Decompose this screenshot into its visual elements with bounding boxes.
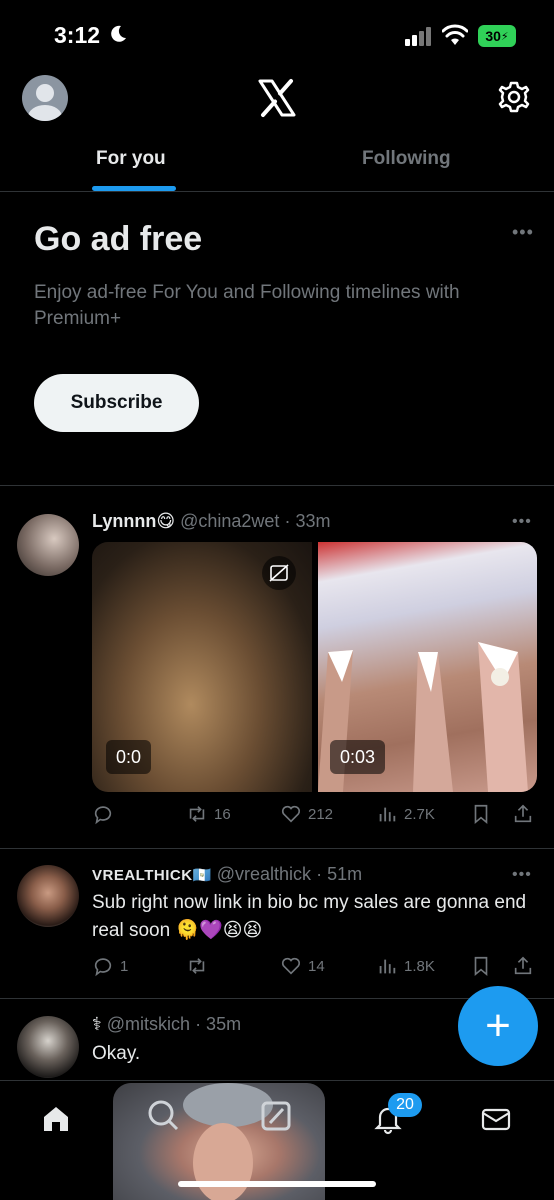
share-button[interactable] — [512, 803, 534, 825]
premium-promo-card: Go ad free ••• Enjoy ad-free For You and… — [0, 192, 554, 486]
repost-count: 16 — [214, 805, 231, 823]
tweet-header: VREALTHICK🇬🇹 @vrealthick · 51m — [92, 864, 362, 885]
heart-icon — [281, 957, 301, 975]
display-name[interactable]: ⚕ — [92, 1014, 102, 1034]
repost-icon — [189, 958, 205, 974]
bookmark-button[interactable] — [470, 955, 492, 977]
subscribe-button[interactable]: Subscribe — [34, 374, 199, 432]
view-count: 2.7K — [404, 805, 435, 823]
tweet-header: Lynnnn😋 @china2wet · 33m — [92, 511, 330, 532]
video-duration: 0:03 — [330, 740, 386, 774]
cellular-signal-icon — [405, 27, 431, 46]
timestamp: · 33m — [284, 511, 331, 531]
display-name[interactable]: Lynnnn😋 — [92, 511, 175, 531]
repost-button[interactable] — [186, 955, 214, 977]
views-button[interactable]: 2.7K — [376, 803, 435, 825]
avatar[interactable] — [22, 75, 68, 121]
share-icon — [514, 956, 532, 975]
notifications-badge: 20 — [388, 1093, 422, 1117]
x-logo-icon[interactable] — [257, 78, 297, 118]
tweet-text: Sub right now link in bio bc my sales ar… — [92, 892, 527, 941]
avatar[interactable] — [17, 514, 79, 576]
reply-button[interactable]: 1 — [92, 955, 128, 977]
timestamp: · 51m — [316, 864, 363, 884]
handle[interactable]: @mitskich — [107, 1014, 190, 1034]
gear-icon[interactable] — [497, 80, 531, 114]
tab-for-you[interactable]: For you — [96, 148, 166, 170]
promo-title: Go ad free — [34, 220, 203, 258]
like-count: 212 — [308, 805, 334, 823]
status-bar: 3:12 30 ⚡ — [0, 0, 554, 70]
video-duration: 0:0 — [106, 740, 152, 774]
avatar[interactable] — [17, 865, 79, 927]
moon-icon — [111, 25, 126, 42]
view-count: 1.8K — [404, 957, 435, 975]
reply-button[interactable] — [92, 803, 120, 825]
more-options-icon[interactable]: ••• — [512, 866, 532, 884]
avatar[interactable] — [17, 1016, 79, 1078]
reply-count: 1 — [120, 957, 129, 975]
tweet-actions: 16 212 2.7K — [92, 803, 537, 831]
status-time: 3:12 — [54, 22, 101, 48]
timestamp: · 35m — [195, 1014, 242, 1034]
divider — [0, 848, 554, 849]
share-icon — [514, 804, 532, 823]
sensitive-media-icon[interactable] — [262, 556, 296, 590]
like-button[interactable]: 14 — [280, 955, 325, 977]
battery-icon: 30 ⚡ — [478, 25, 516, 47]
tab-following[interactable]: Following — [362, 148, 451, 170]
analytics-icon — [379, 959, 396, 974]
more-options-icon[interactable]: ••• — [512, 222, 534, 243]
wifi-icon — [442, 24, 468, 45]
like-count: 14 — [308, 957, 325, 975]
reply-icon — [94, 958, 112, 977]
video-thumbnail[interactable]: 0:03 — [318, 542, 537, 792]
share-button[interactable] — [512, 955, 534, 977]
active-tab-indicator — [92, 186, 176, 191]
more-options-icon[interactable]: ••• — [512, 513, 532, 531]
video-thumbnail[interactable]: 0:0 — [92, 542, 312, 792]
tweet-header: ⚕ @mitskich · 35m — [92, 1014, 241, 1035]
handle[interactable]: @vrealthick — [217, 864, 311, 884]
bookmark-icon — [474, 804, 488, 825]
bookmark-icon — [474, 956, 488, 977]
heart-icon — [281, 805, 301, 823]
home-indicator — [178, 1181, 376, 1187]
promo-description: Enjoy ad-free For You and Following time… — [34, 282, 460, 329]
repost-button[interactable]: 16 — [186, 803, 231, 825]
handle[interactable]: @china2wet — [180, 511, 279, 531]
user-silhouette-icon — [28, 84, 62, 121]
bookmark-button[interactable] — [470, 803, 492, 825]
compose-button[interactable]: + — [458, 986, 538, 1066]
reply-icon — [94, 806, 112, 825]
repost-icon — [189, 806, 205, 822]
timeline-tabs: For you Following — [0, 136, 554, 192]
battery-level: 30 — [485, 28, 501, 44]
like-button[interactable]: 212 — [280, 803, 333, 825]
home-icon[interactable] — [40, 1103, 72, 1135]
views-button[interactable]: 1.8K — [376, 955, 435, 977]
analytics-icon — [379, 807, 396, 822]
tweet-actions: 1 14 1.8K — [92, 955, 537, 983]
messages-icon[interactable] — [480, 1103, 512, 1135]
display-name[interactable]: VREALTHICK🇬🇹 — [92, 867, 212, 884]
